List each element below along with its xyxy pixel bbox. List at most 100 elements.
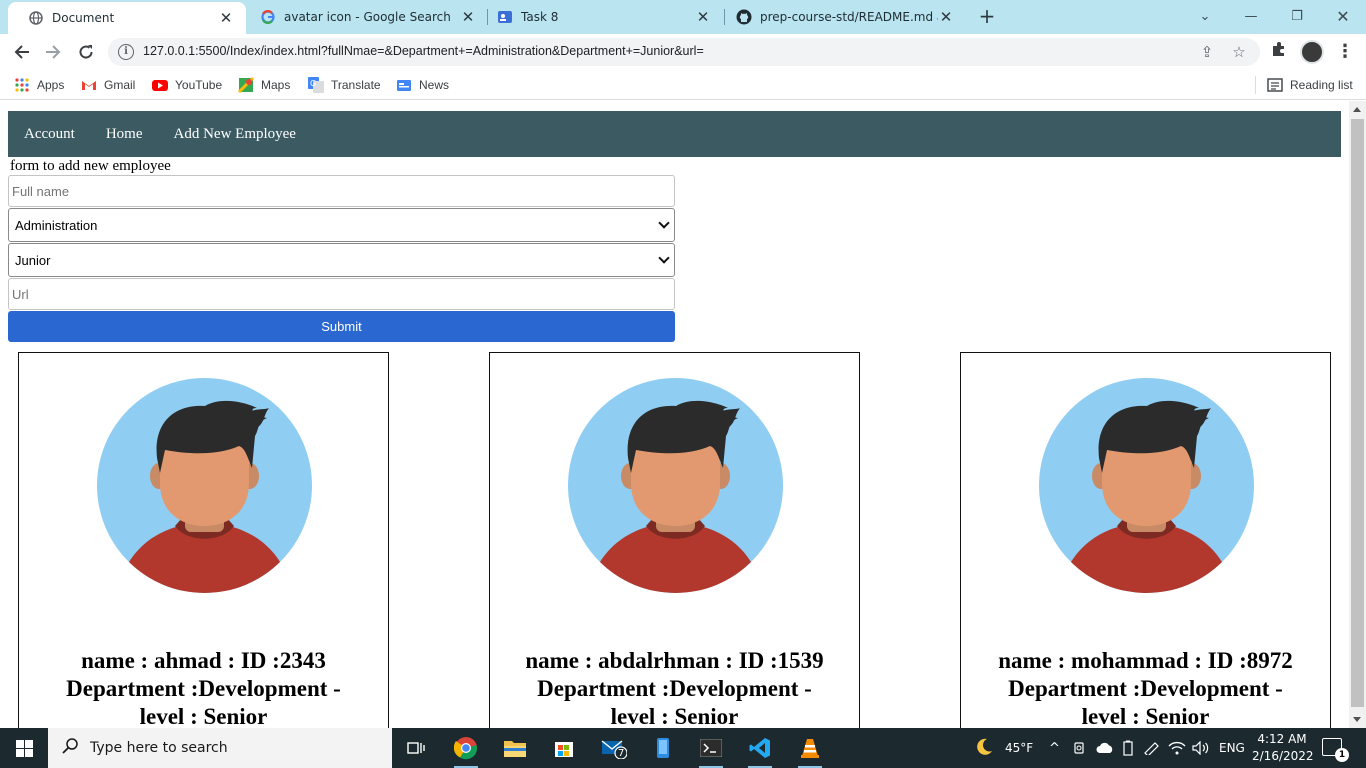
tab-github-readme[interactable]: prep-course-std/README.md at ✕ — [716, 0, 966, 34]
tab-task-8[interactable]: Task 8 ✕ — [477, 0, 723, 34]
input-language[interactable]: ENG — [1219, 728, 1245, 768]
close-tab-icon[interactable]: ✕ — [218, 10, 234, 26]
browser-tab-strip: Document ✕ avatar icon - Google Search ✕… — [0, 0, 1366, 34]
scroll-up-arrow-icon[interactable] — [1353, 107, 1361, 112]
url-input[interactable]: Url — [8, 278, 675, 310]
department-select[interactable]: Administration — [8, 208, 675, 242]
clock-time: 4:12 AM — [1257, 732, 1307, 746]
moon-icon — [974, 737, 994, 760]
restore-button[interactable]: ❐ — [1274, 0, 1320, 32]
bookmark-news[interactable]: News — [396, 76, 449, 94]
level-selected-value: Junior — [15, 253, 51, 268]
page-scrollbar[interactable] — [1349, 101, 1366, 728]
chrome-menu-icon[interactable]: ⋮ — [1336, 41, 1354, 63]
apps-grid-icon — [14, 77, 30, 93]
globe-icon — [28, 10, 44, 26]
windows-taskbar: Type here to search 7 45°F ^ ENG 4:12 AM… — [0, 728, 1366, 768]
tab-search-chevron-icon[interactable]: ⌄ — [1182, 0, 1228, 32]
address-bar[interactable]: i 127.0.0.1:5500/Index/index.html?fullNm… — [108, 38, 1260, 66]
pen-input-icon[interactable] — [1143, 728, 1161, 768]
bookmark-youtube[interactable]: YouTube — [152, 76, 222, 94]
close-tab-icon[interactable]: ✕ — [460, 9, 476, 25]
taskbar-search-placeholder: Type here to search — [90, 740, 228, 756]
vscode-icon[interactable] — [740, 732, 780, 768]
maps-icon — [237, 76, 255, 94]
vlc-icon[interactable] — [790, 732, 830, 768]
employee-card: name : abdalrhman : ID :1539 Department … — [489, 352, 860, 728]
tab-title: prep-course-std/README.md at — [760, 10, 938, 24]
forward-arrow-icon[interactable] — [40, 39, 66, 65]
scroll-down-arrow-icon[interactable] — [1353, 717, 1361, 722]
clock-date: 2/16/2022 — [1252, 749, 1314, 763]
site-info-icon[interactable]: i — [118, 44, 134, 60]
mail-icon[interactable]: 7 — [594, 732, 634, 764]
file-explorer-icon[interactable] — [495, 732, 535, 764]
new-tab-button[interactable]: + — [976, 6, 998, 28]
share-icon[interactable]: ⇪ — [1198, 43, 1216, 61]
reading-list-button[interactable]: Reading list — [1267, 76, 1353, 94]
nav-link-add-new-employee[interactable]: Add New Employee — [174, 126, 296, 143]
profile-avatar[interactable] — [1300, 40, 1324, 64]
submit-button[interactable]: Submit — [8, 311, 675, 342]
bookmarks-bar: Apps Gmail YouTube Maps G Translate News — [0, 70, 1366, 100]
tab-avatar-search[interactable]: avatar icon - Google Search ✕ — [240, 0, 488, 34]
url-placeholder: Url — [12, 287, 29, 302]
scrollbar-thumb[interactable] — [1351, 119, 1364, 707]
back-arrow-icon[interactable] — [9, 39, 35, 65]
chevron-down-icon — [658, 217, 670, 229]
employee-avatar — [97, 378, 312, 593]
notification-center-icon[interactable]: 1 — [1322, 738, 1349, 762]
onedrive-cloud-icon[interactable] — [1096, 728, 1114, 768]
employee-department: Department :Development - — [66, 676, 341, 701]
minimize-button[interactable]: — — [1228, 0, 1274, 32]
show-hidden-icons-chevron-icon[interactable]: ^ — [1049, 728, 1060, 768]
site-navbar: Account Home Add New Employee — [8, 111, 1341, 157]
bookmark-gmail[interactable]: Gmail — [81, 76, 135, 94]
bookmark-label: Translate — [331, 78, 381, 92]
github-icon — [736, 9, 752, 25]
terminal-icon[interactable] — [691, 732, 731, 768]
task-view-icon[interactable] — [396, 732, 436, 764]
bookmark-label: Maps — [261, 78, 291, 92]
extensions-puzzle-icon[interactable] — [1268, 41, 1290, 63]
bookmark-label: Apps — [37, 78, 65, 92]
reload-icon[interactable] — [73, 39, 99, 65]
address-url: 127.0.0.1:5500/Index/index.html?fullNmae… — [143, 44, 704, 58]
weather-widget[interactable]: 45°F — [974, 728, 1033, 768]
taskbar-clock[interactable]: 4:12 AM 2/16/2022 — [1252, 731, 1314, 765]
bookmark-label: News — [419, 78, 450, 92]
task-icon — [497, 9, 513, 25]
microsoft-store-icon[interactable] — [544, 732, 584, 764]
tab-title: avatar icon - Google Search — [284, 10, 451, 24]
bookmark-apps[interactable]: Apps — [14, 76, 64, 94]
bookmark-maps[interactable]: Maps — [237, 76, 291, 94]
windows-start-icon[interactable] — [0, 728, 48, 768]
wifi-icon[interactable] — [1168, 728, 1186, 768]
news-icon — [396, 77, 412, 93]
employee-name-id: name : ahmad : ID :2343 — [81, 648, 326, 673]
phone-app-icon[interactable] — [643, 732, 683, 764]
chrome-taskbar-icon[interactable] — [446, 732, 486, 768]
nav-link-account[interactable]: Account — [24, 126, 75, 143]
battery-icon[interactable] — [1122, 728, 1134, 768]
meet-now-icon[interactable] — [1073, 728, 1087, 768]
nav-link-home[interactable]: Home — [106, 126, 143, 143]
close-tab-icon[interactable]: ✕ — [938, 9, 954, 25]
full-name-input[interactable]: Full name — [8, 175, 675, 207]
employee-details: name : abdalrhman : ID :1539 Department … — [490, 647, 859, 728]
svg-text:G: G — [310, 79, 316, 88]
employee-card: name : ahmad : ID :2343 Department :Deve… — [18, 352, 389, 728]
tab-document[interactable]: Document ✕ — [8, 2, 246, 34]
employee-details: name : mohammad : ID :8972 Department :D… — [961, 647, 1330, 728]
taskbar-search-input[interactable]: Type here to search — [48, 728, 392, 768]
close-tab-icon[interactable]: ✕ — [695, 9, 711, 25]
gmail-icon — [81, 77, 97, 93]
bookmark-star-icon[interactable]: ☆ — [1230, 43, 1248, 61]
google-icon — [260, 9, 276, 25]
bookmark-translate[interactable]: G Translate — [308, 76, 381, 94]
close-window-button[interactable]: ✕ — [1320, 0, 1366, 32]
notification-count: 1 — [1335, 748, 1349, 762]
level-select[interactable]: Junior — [8, 243, 675, 277]
employee-level: level : Senior — [1081, 704, 1210, 728]
volume-icon[interactable] — [1192, 728, 1210, 768]
